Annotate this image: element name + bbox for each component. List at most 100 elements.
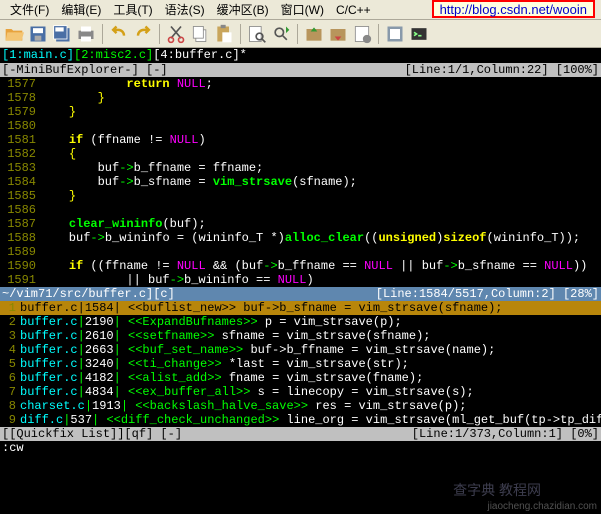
minibuf-status: [-MiniBufExplorer-] [-] [Line:1/1,Column…: [0, 63, 601, 77]
buffer-path: ~/vim71/src/buffer.c][c]: [2, 287, 376, 301]
code-line[interactable]: 1582 {: [0, 147, 601, 161]
qf-number: 5: [0, 357, 20, 371]
undo-icon[interactable]: [109, 24, 129, 44]
code-line[interactable]: 1581 if (ffname != NULL): [0, 133, 601, 147]
qf-content: buffer.c|2190| <<ExpandBufnames>> p = vi…: [20, 315, 601, 329]
toolbar: [0, 20, 601, 48]
copy-icon[interactable]: [190, 24, 210, 44]
watermark-url: jiaocheng.chazidian.com: [487, 501, 597, 512]
line-content: buf->b_wininfo = (wininfo_T *)alloc_clea…: [40, 231, 601, 245]
quickfix-item[interactable]: 5buffer.c|3240| <<ti_change>> *last = vi…: [0, 357, 601, 371]
menu-edit[interactable]: 编辑(E): [55, 0, 107, 20]
code-line[interactable]: 1579 }: [0, 105, 601, 119]
quickfix-item[interactable]: 7buffer.c|4834| <<ex_buffer_all>> s = li…: [0, 385, 601, 399]
session-save-icon[interactable]: [328, 24, 348, 44]
line-number: 1587: [0, 217, 40, 231]
line-content: if (ffname != NULL): [40, 133, 601, 147]
qf-number: 3: [0, 329, 20, 343]
line-number: 1581: [0, 133, 40, 147]
code-line[interactable]: 1587 clear_wininfo(buf);: [0, 217, 601, 231]
command-line[interactable]: :cw: [0, 441, 601, 455]
tab-main[interactable]: [1:main.c]: [2, 48, 74, 62]
line-content: }: [40, 189, 601, 203]
qf-number: 4: [0, 343, 20, 357]
quickfix-pane[interactable]: 1buffer.c|1584| <<buflist_new>> buf->b_s…: [0, 301, 601, 427]
qf-content: buffer.c|2610| <<setfname>> sfname = vim…: [20, 329, 601, 343]
quickfix-item[interactable]: 1buffer.c|1584| <<buflist_new>> buf->b_s…: [0, 301, 601, 315]
qf-number: 7: [0, 385, 20, 399]
qf-content: buffer.c|3240| <<ti_change>> *last = vim…: [20, 357, 601, 371]
quickfix-status: [[Quickfix List]][qf] [-] [Line:1/373,Co…: [0, 427, 601, 441]
line-number: 1582: [0, 147, 40, 161]
quickfix-item[interactable]: 4buffer.c|2663| <<buf_set_name>> buf->b_…: [0, 343, 601, 357]
line-content: }: [40, 91, 601, 105]
cut-icon[interactable]: [166, 24, 186, 44]
tab-misc2[interactable]: [2:misc2.c]: [74, 48, 153, 62]
line-content: [40, 245, 601, 259]
line-number: 1578: [0, 91, 40, 105]
line-number: 1580: [0, 119, 40, 133]
line-number: 1583: [0, 161, 40, 175]
quickfix-item[interactable]: 6buffer.c|4182| <<alist_add>> fname = vi…: [0, 371, 601, 385]
menu-cc[interactable]: C/C++: [330, 1, 377, 19]
quickfix-item[interactable]: 8charset.c|1913| <<backslash_halve_save>…: [0, 399, 601, 413]
open-icon[interactable]: [4, 24, 24, 44]
code-line[interactable]: 1580: [0, 119, 601, 133]
line-content: [40, 203, 601, 217]
qf-number: 1: [0, 301, 20, 315]
buffer-tabs[interactable]: [1:main.c][2:misc2.c][4:buffer.c]*: [0, 48, 601, 63]
line-content: }: [40, 105, 601, 119]
line-content: buf->b_ffname = ffname;: [40, 161, 601, 175]
menu-tools[interactable]: 工具(T): [107, 0, 158, 20]
qf-number: 8: [0, 399, 20, 413]
redo-icon[interactable]: [133, 24, 153, 44]
code-line[interactable]: 1583 buf->b_ffname = ffname;: [0, 161, 601, 175]
menu-syntax[interactable]: 语法(S): [159, 0, 211, 20]
save-icon[interactable]: [28, 24, 48, 44]
code-pane[interactable]: 1577 return NULL;1578 }1579 }15801581 if…: [0, 77, 601, 287]
quickfix-item[interactable]: 3buffer.c|2610| <<setfname>> sfname = vi…: [0, 329, 601, 343]
line-content: [40, 119, 601, 133]
menu-window[interactable]: 窗口(W): [275, 0, 330, 20]
line-number: 1577: [0, 77, 40, 91]
code-line[interactable]: 1584 buf->b_sfname = vim_strsave(sfname)…: [0, 175, 601, 189]
quickfix-item[interactable]: 9diff.c|537| <<diff_check_unchanged>> li…: [0, 413, 601, 427]
code-line[interactable]: 1577 return NULL;: [0, 77, 601, 91]
code-line[interactable]: 1588 buf->b_wininfo = (wininfo_T *)alloc…: [0, 231, 601, 245]
line-content: || buf->b_wininfo == NULL): [40, 273, 601, 287]
code-line[interactable]: 1591 || buf->b_wininfo == NULL): [0, 273, 601, 287]
session-load-icon[interactable]: [304, 24, 324, 44]
script-icon[interactable]: [352, 24, 372, 44]
code-line[interactable]: 1586: [0, 203, 601, 217]
code-line[interactable]: 1589: [0, 245, 601, 259]
qf-content: buffer.c|1584| <<buflist_new>> buf->b_sf…: [20, 301, 601, 315]
shell-icon[interactable]: [409, 24, 429, 44]
save-all-icon[interactable]: [52, 24, 72, 44]
line-number: 1590: [0, 259, 40, 273]
paste-icon[interactable]: [214, 24, 234, 44]
find-next-icon[interactable]: [271, 24, 291, 44]
line-content: if ((ffname != NULL && (buf->b_ffname ==…: [40, 259, 601, 273]
line-number: 1588: [0, 231, 40, 245]
menu-buffers[interactable]: 缓冲区(B): [211, 0, 275, 20]
minibuf-pos: [Line:1/1,Column:22] [100%]: [405, 63, 599, 77]
code-line[interactable]: 1585 }: [0, 189, 601, 203]
line-content: {: [40, 147, 601, 161]
line-number: 1585: [0, 189, 40, 203]
make-icon[interactable]: [385, 24, 405, 44]
qf-content: buffer.c|4182| <<alist_add>> fname = vim…: [20, 371, 601, 385]
qf-number: 9: [0, 413, 20, 427]
qf-content: buffer.c|2663| <<buf_set_name>> buf->b_f…: [20, 343, 601, 357]
code-line[interactable]: 1578 }: [0, 91, 601, 105]
line-content: clear_wininfo(buf);: [40, 217, 601, 231]
find-icon[interactable]: [247, 24, 267, 44]
menu-file[interactable]: 文件(F): [4, 0, 55, 20]
print-icon[interactable]: [76, 24, 96, 44]
qf-content: diff.c|537| <<diff_check_unchanged>> lin…: [20, 413, 601, 427]
tab-buffer[interactable]: [4:buffer.c]*: [153, 48, 247, 62]
code-line[interactable]: 1590 if ((ffname != NULL && (buf->b_ffna…: [0, 259, 601, 273]
qf-number: 6: [0, 371, 20, 385]
line-number: 1589: [0, 245, 40, 259]
quickfix-item[interactable]: 2buffer.c|2190| <<ExpandBufnames>> p = v…: [0, 315, 601, 329]
quickfix-label: [[Quickfix List]][qf] [-]: [2, 427, 412, 441]
